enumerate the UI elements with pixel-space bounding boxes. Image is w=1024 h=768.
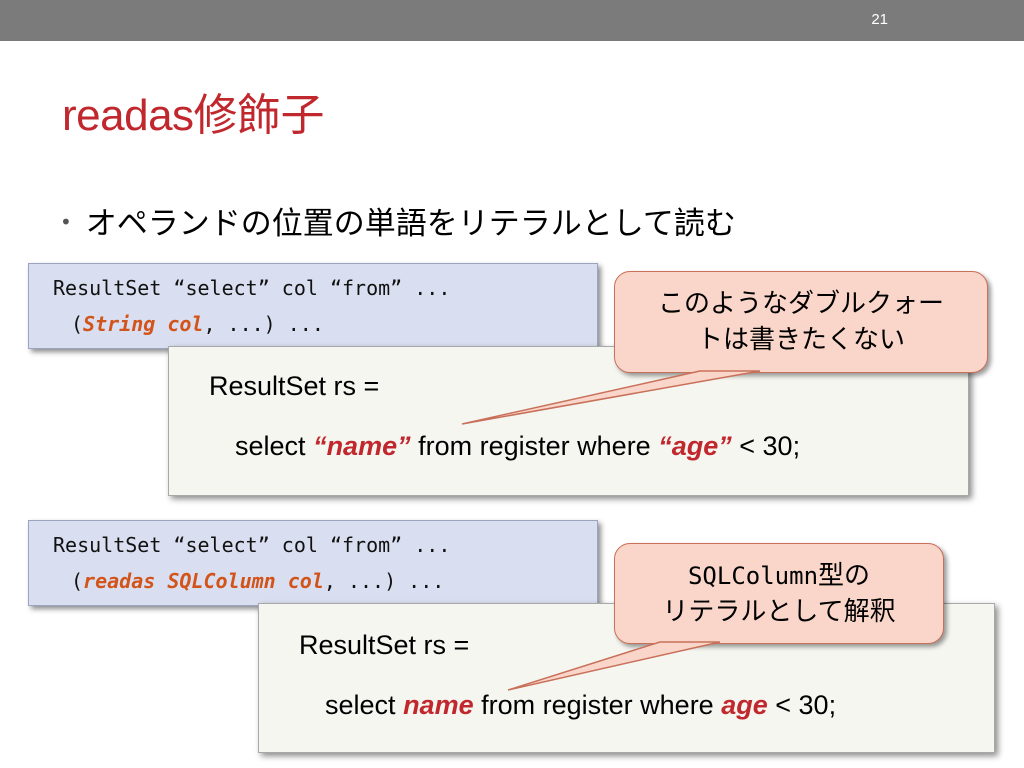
callout-1-pointer (461, 370, 761, 425)
callout-pointers (461, 370, 761, 691)
callout-2-pointer (507, 641, 721, 691)
